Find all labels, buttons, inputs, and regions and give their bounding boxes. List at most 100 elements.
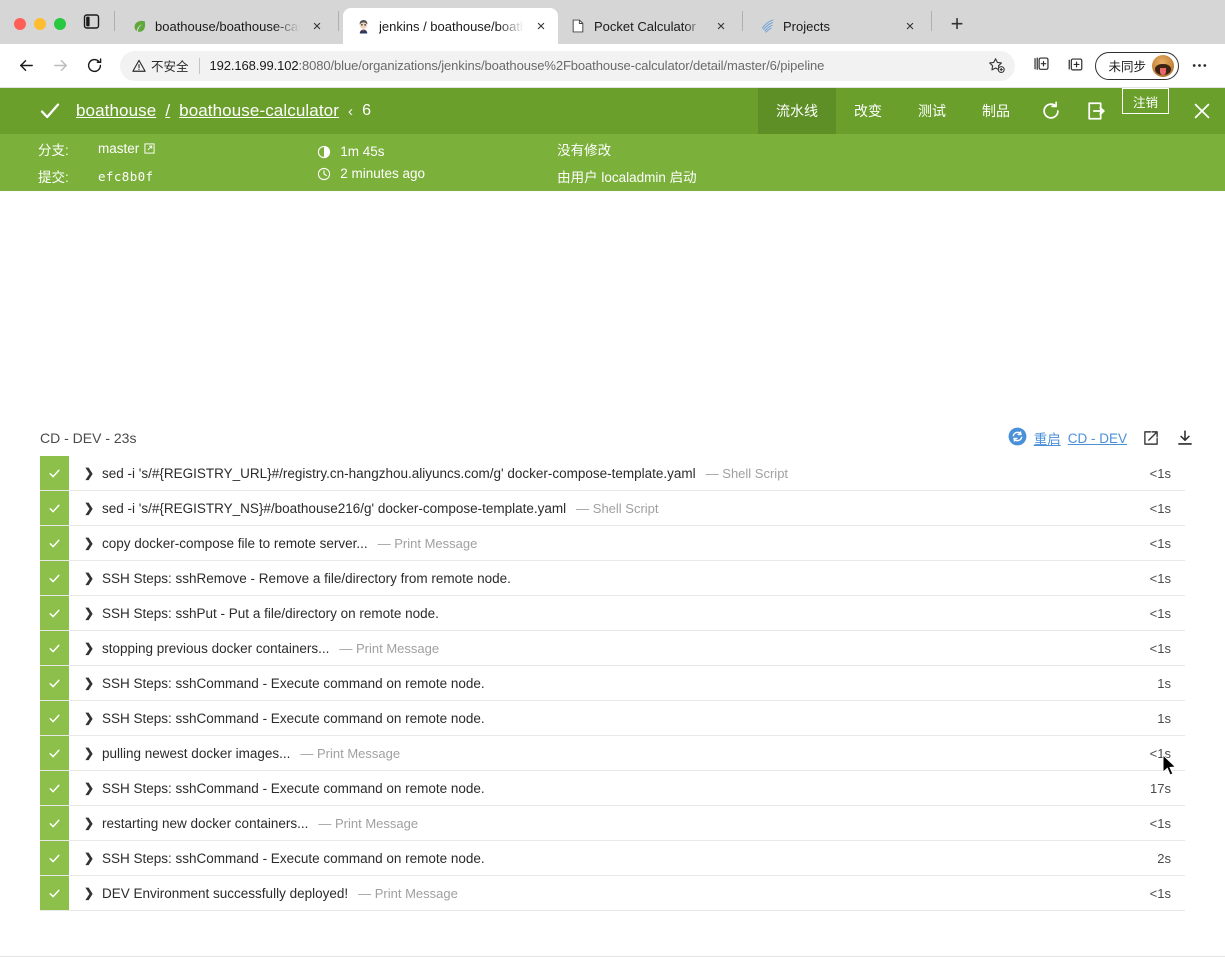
step-body[interactable]: ❯ stopping previous docker containers...… [69,631,1113,665]
browser-tab-title: Projects [783,18,830,34]
step-body[interactable]: ❯ SSH Steps: sshCommand - Execute comman… [69,701,1113,735]
browser-tab-close-icon[interactable]: × [712,17,730,35]
ellipsis-icon[interactable] [1183,50,1215,82]
step-label: SSH Steps: sshCommand - Execute command … [102,780,485,796]
step-body[interactable]: ❯ restarting new docker containers... — … [69,806,1113,840]
step-body[interactable]: ❯ DEV Environment successfully deployed!… [69,876,1113,910]
stage-steps-list: ❯ sed -i 's/#{REGISTRY_URL}#/registry.cn… [40,456,1185,911]
step-status-icon [40,596,69,630]
tab-tests[interactable]: 测试 [900,88,964,134]
browser-tab-close-icon[interactable]: × [901,17,919,35]
document-icon [570,18,586,34]
sidebar-panel-icon[interactable] [78,8,104,34]
duration-icon [317,145,333,159]
collections-icon[interactable] [1025,50,1057,82]
forward-icon[interactable] [44,50,76,82]
security-warning[interactable]: 不安全 [132,56,189,75]
chevron-right-icon[interactable]: ❯ [84,711,102,725]
browser-tab-1[interactable]: jenkins / boathouse/boathouse × [343,8,558,44]
table-row[interactable]: ❯ sed -i 's/#{REGISTRY_URL}#/registry.cn… [40,456,1185,491]
chevron-right-icon[interactable]: ❯ [84,466,102,480]
window-minimize-button[interactable] [34,18,46,30]
breadcrumb-pipeline[interactable]: boathouse-calculator [179,101,339,121]
table-row[interactable]: ❯ restarting new docker containers... — … [40,806,1185,841]
url-host: 192.168.99.102 [209,58,299,73]
tab-divider [114,11,115,31]
previous-run-icon[interactable]: ‹ [348,103,353,120]
replay-icon[interactable] [1028,88,1074,134]
chevron-right-icon[interactable]: ❯ [84,816,102,830]
external-link-icon[interactable] [144,142,155,157]
table-row[interactable]: ❯ SSH Steps: sshCommand - Execute comman… [40,771,1185,806]
step-body[interactable]: ❯ sed -i 's/#{REGISTRY_URL}#/registry.cn… [69,456,1113,490]
table-row[interactable]: ❯ SSH Steps: sshPut - Put a file/directo… [40,596,1185,631]
step-body[interactable]: ❯ SSH Steps: sshCommand - Execute comman… [69,771,1113,805]
table-row[interactable]: ❯ SSH Steps: sshCommand - Execute comman… [40,841,1185,876]
chevron-right-icon[interactable]: ❯ [84,781,102,795]
avatar [1152,54,1174,77]
window-zoom-button[interactable] [54,18,66,30]
step-body[interactable]: ❯ copy docker-compose file to remote ser… [69,526,1113,560]
pipeline-graph-svg: Start before-build SonarQube Check Unit … [0,191,1225,416]
browser-tab-title: boathouse/boathouse-calculat [155,18,300,34]
step-body[interactable]: ❯ pulling newest docker images... — Prin… [69,736,1113,770]
chevron-right-icon[interactable]: ❯ [84,746,102,760]
step-body[interactable]: ❯ sed -i 's/#{REGISTRY_NS}#/boathouse216… [69,491,1113,525]
tab-changes[interactable]: 改变 [836,88,900,134]
step-duration: <1s [1149,465,1171,481]
close-icon[interactable] [1179,88,1225,134]
step-body[interactable]: ❯ SSH Steps: sshCommand - Execute comman… [69,841,1113,875]
tab-add-icon[interactable] [1059,50,1091,82]
logout-button[interactable]: 注销 [1121,88,1169,114]
tab-artifacts[interactable]: 制品 [964,88,1028,134]
download-icon[interactable] [1175,428,1195,448]
new-tab-button[interactable]: + [942,9,972,39]
chevron-right-icon[interactable]: ❯ [84,501,102,515]
login-arrow-icon[interactable] [1074,88,1120,134]
back-icon[interactable] [10,50,42,82]
chevron-right-icon[interactable]: ❯ [84,676,102,690]
chevron-right-icon[interactable]: ❯ [84,851,102,865]
table-row[interactable]: ❯ SSH Steps: sshCommand - Execute comman… [40,666,1185,701]
browser-tab-0[interactable]: boathouse/boathouse-calculat × [119,8,334,44]
step-body[interactable]: ❯ SSH Steps: sshRemove - Remove a file/d… [69,561,1113,595]
table-row[interactable]: ❯ SSH Steps: sshCommand - Execute comman… [40,701,1185,736]
step-duration: 2s [1157,850,1171,866]
window-close-button[interactable] [14,18,26,30]
restart-stage-button[interactable]: 重启 CD - DEV [1008,427,1127,449]
step-type: — Print Message [377,535,478,551]
star-plus-icon[interactable] [985,55,1007,77]
breadcrumb-org[interactable]: boathouse [76,101,156,121]
breadcrumb: boathouse / boathouse-calculator ‹ 6 [76,101,371,121]
table-row[interactable]: ❯ SSH Steps: sshRemove - Remove a file/d… [40,561,1185,596]
chevron-right-icon[interactable]: ❯ [84,886,102,900]
step-label: SSH Steps: sshCommand - Execute command … [102,710,485,726]
chevron-right-icon[interactable]: ❯ [84,536,102,550]
browser-tab-close-icon[interactable]: × [532,17,550,35]
feather-icon [759,18,775,34]
tab-pipeline[interactable]: 流水线 [757,88,836,134]
reload-icon[interactable] [78,50,110,82]
table-row[interactable]: ❯ sed -i 's/#{REGISTRY_NS}#/boathouse216… [40,491,1185,526]
run-meta-changes: 没有修改 [557,139,697,159]
table-row[interactable]: ❯ pulling newest docker images... — Prin… [40,736,1185,771]
run-meta-cause: 由用户 localadmin 启动 [557,166,697,186]
duration-value: 1m 45s [340,144,385,159]
step-duration: <1s [1149,815,1171,831]
chevron-right-icon[interactable]: ❯ [84,606,102,620]
chevron-right-icon[interactable]: ❯ [84,571,102,585]
table-row[interactable]: ❯ stopping previous docker containers...… [40,631,1185,666]
omnibox-separator [198,57,200,74]
step-body[interactable]: ❯ SSH Steps: sshCommand - Execute comman… [69,666,1113,700]
address-bar[interactable]: 不安全 192.168.99.102:8080/blue/organizatio… [120,50,1016,81]
step-body[interactable]: ❯ SSH Steps: sshPut - Put a file/directo… [69,596,1113,630]
profile-sync-button[interactable]: 未同步 [1095,51,1179,80]
table-row[interactable]: ❯ DEV Environment successfully deployed!… [40,876,1185,911]
browser-tab-2[interactable]: Pocket Calculator × [558,8,738,44]
window-traffic-lights [8,18,76,44]
browser-tab-3[interactable]: Projects × [747,8,927,44]
open-external-icon[interactable] [1141,428,1161,448]
chevron-right-icon[interactable]: ❯ [84,641,102,655]
table-row[interactable]: ❯ copy docker-compose file to remote ser… [40,526,1185,561]
browser-tab-close-icon[interactable]: × [308,17,326,35]
